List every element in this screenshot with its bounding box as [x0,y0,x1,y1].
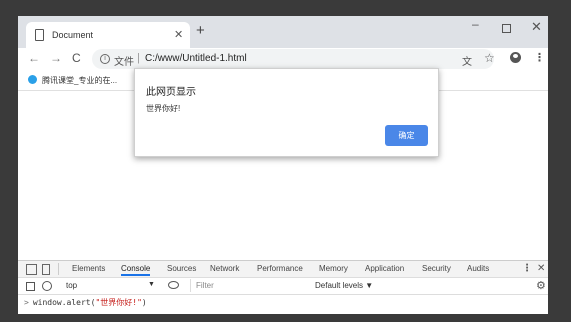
dialog-title: 此网页显示 [146,87,196,98]
translate-icon[interactable]: 文 [462,53,472,68]
tab-memory[interactable]: Memory [319,264,348,273]
browser-window: Document ✕ + – ✕ ← → C i 文件 | C:/www/Unt… [18,16,548,314]
tab-console[interactable]: Console [121,264,151,276]
menu-icon[interactable]: ⋮ [534,51,545,64]
address-bar[interactable]: i 文件 | C:/www/Untitled-1.html 文 ☆ [92,49,495,69]
close-window-button[interactable]: ✕ [531,19,542,35]
tab-strip: Document ✕ + – ✕ [18,16,548,48]
document-icon [35,29,44,41]
console-filter-bar: top ▼ Filter Default levels ▼ ⚙ [18,278,548,295]
filter-placeholder: Filter [196,281,214,290]
devtools-close-icon[interactable]: ✕ [537,263,545,274]
tab-audits[interactable]: Audits [467,264,489,273]
device-toolbar-icon[interactable] [42,264,50,275]
console-code-suffix: ) [141,298,147,307]
context-selector[interactable]: top [66,281,77,290]
eye-icon[interactable] [168,281,179,289]
new-tab-button[interactable]: + [196,23,205,38]
tab-title: Document [52,30,94,40]
tencent-classroom-icon [28,75,37,84]
tab-close-icon[interactable]: ✕ [174,28,183,41]
tab-security[interactable]: Security [422,264,451,273]
dialog-message: 世界你好! [146,104,181,113]
url-separator: | [137,52,140,64]
minimize-button[interactable]: – [472,17,479,31]
bookmark-item[interactable]: 腾讯课堂_专业的在... [42,75,117,86]
tab-network[interactable]: Network [210,264,239,273]
console-code-prefix: window.alert( [32,298,96,307]
alert-dialog: 此网页显示 世界你好! 确定 [134,68,439,157]
inspect-element-icon[interactable] [26,264,37,275]
tab-performance[interactable]: Performance [257,264,303,273]
filter-input[interactable]: Filter [190,279,309,292]
log-levels-dropdown[interactable]: Default levels ▼ [315,281,373,290]
scheme-label: 文件 [114,57,134,68]
reload-button[interactable]: C [72,51,81,65]
tab-application[interactable]: Application [365,264,404,273]
bookmark-star-icon[interactable]: ☆ [484,51,495,65]
devtools-tab-bar: Elements Console Sources Network Perform… [18,261,548,278]
chevron-down-icon[interactable]: ▼ [148,281,155,288]
divider [58,263,59,275]
gear-icon[interactable]: ⚙ [536,279,546,292]
tab-document[interactable]: Document ✕ [26,22,190,48]
profile-icon[interactable] [510,52,521,63]
tab-elements[interactable]: Elements [72,264,105,273]
devtools-menu-icon[interactable]: ⋮ [522,263,532,274]
clear-console-icon[interactable] [42,281,52,291]
info-icon[interactable]: i [100,54,110,64]
tab-sources[interactable]: Sources [167,264,196,273]
maximize-button[interactable] [502,24,511,33]
devtools-panel: Elements Console Sources Network Perform… [18,260,548,314]
url-text[interactable]: C:/www/Untitled-1.html [145,53,247,64]
console-code-string: "世界你好!" [95,298,142,307]
ok-button[interactable]: 确定 [385,125,428,146]
back-button[interactable]: ← [28,51,40,65]
sidebar-toggle-icon[interactable] [26,282,35,291]
browser-toolbar: ← → C i 文件 | C:/www/Untitled-1.html 文 ☆ … [18,48,548,70]
forward-button[interactable]: → [50,51,62,65]
console-entry: > window.alert("世界你好!") [24,297,147,308]
console-prompt: > [24,298,29,307]
